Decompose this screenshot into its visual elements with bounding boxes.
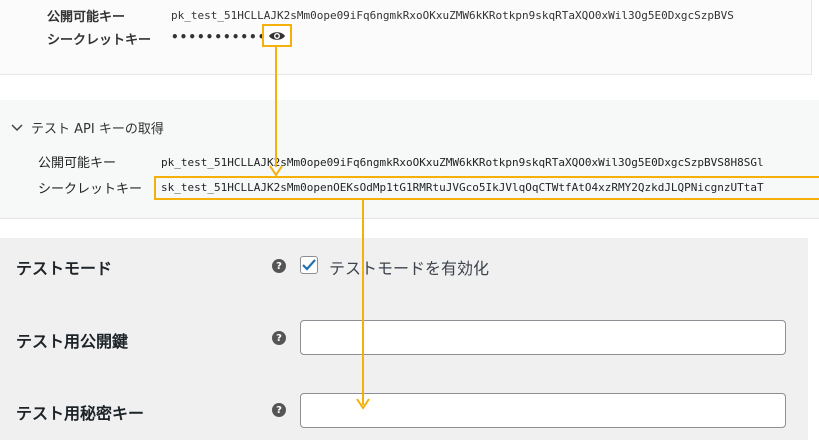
publishable-key-label: 公開可能キー [47, 10, 126, 25]
arrow-to-secret [275, 47, 277, 167]
chevron-down-icon [11, 123, 23, 131]
test-secret-key-input[interactable] [300, 393, 786, 428]
test-secret-key-highlight[interactable]: sk_test_51HCLLAJK2sMm0openOEKsOdMp1tG1RM… [154, 176, 819, 200]
test-mode-label: テストモード [16, 259, 113, 278]
help-icon[interactable]: ? [272, 403, 286, 417]
help-icon[interactable]: ? [272, 259, 286, 273]
publishable-key-value[interactable]: pk_test_51HCLLAJK2sMm0ope09iFq6ngmkRxoOK… [171, 9, 734, 22]
test-mode-checkbox-label[interactable]: テストモードを有効化 [329, 255, 489, 279]
reveal-secret-button[interactable] [262, 24, 292, 47]
test-publishable-key-value[interactable]: pk_test_51HCLLAJK2sMm0ope09iFq6ngmkRxoOK… [161, 156, 764, 169]
test-mode-checkbox[interactable] [300, 256, 318, 274]
test-publishable-key-label: 公開可能キー [38, 156, 117, 171]
test-secret-key-label: シークレットキー [38, 182, 143, 197]
stripe-keys-panel: 公開可能キー pk_test_51HCLLAJK2sMm0ope09iFq6ng… [0, 0, 812, 75]
section-title: テスト API キーの取得 [31, 122, 164, 137]
test-secret-key-value[interactable]: sk_test_51HCLLAJK2sMm0openOEKsOdMp1tG1RM… [161, 181, 764, 194]
check-icon [302, 259, 316, 271]
secret-key-masked: •••••••••••• [171, 30, 276, 44]
test-public-key-input[interactable] [300, 320, 786, 355]
test-api-keys-panel: テスト API キーの取得 公開可能キー pk_test_51HCLLAJK2s… [0, 100, 819, 219]
arrow-to-input [362, 200, 364, 405]
secret-key-label: シークレットキー [47, 33, 152, 48]
arrowhead-down-icon [356, 398, 370, 410]
section-toggle[interactable]: テスト API キーの取得 [11, 118, 164, 137]
test-public-key-label: テスト用公開鍵 [16, 332, 129, 351]
arrowhead-down-icon [269, 165, 283, 177]
eye-icon [269, 31, 285, 40]
help-icon[interactable]: ? [272, 331, 286, 345]
test-secret-key-label: テスト用秘密キー [16, 404, 145, 423]
